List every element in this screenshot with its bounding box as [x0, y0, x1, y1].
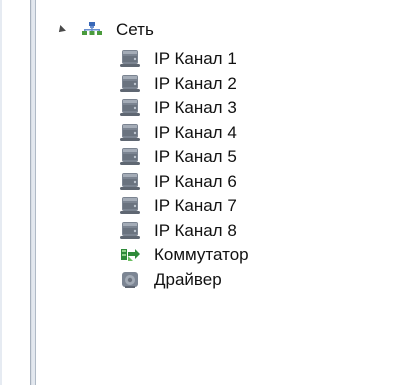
tree-item-label: IP Канал 2 [154, 73, 237, 93]
server-icon [118, 194, 142, 218]
tree-item-label: Драйвер [154, 269, 222, 289]
server-icon [118, 219, 142, 243]
tree-item-label: IP Канал 6 [154, 171, 237, 191]
server-icon [118, 145, 142, 169]
tree-item-label: IP Канал 3 [154, 98, 237, 118]
server-icon [118, 121, 142, 145]
tree-node-network[interactable]: Сеть [56, 18, 154, 42]
tree-item-switch[interactable]: Коммутатор [118, 243, 249, 268]
tree-item-ip-channel-1[interactable]: IP Канал 1 [118, 47, 249, 72]
server-icon [118, 170, 142, 194]
switch-icon [118, 243, 142, 267]
tree-node-label: Сеть [116, 20, 154, 39]
tree-item-label: IP Канал 1 [154, 49, 237, 69]
server-icon [118, 96, 142, 120]
server-icon [118, 47, 142, 71]
expand-arrow-icon[interactable] [56, 25, 66, 35]
tree-item-label: Коммутатор [154, 245, 249, 265]
tree-item-label: IP Канал 4 [154, 122, 237, 142]
tree-item-ip-channel-6[interactable]: IP Канал 6 [118, 170, 249, 195]
driver-icon [118, 268, 142, 292]
tree-item-ip-channel-2[interactable]: IP Канал 2 [118, 72, 249, 97]
tree-item-driver[interactable]: Драйвер [118, 268, 249, 293]
tree-view: Сеть IP Канал 1 IP Канал 2 IP Канал 3 IP… [0, 0, 394, 385]
tree-item-ip-channel-7[interactable]: IP Канал 7 [118, 194, 249, 219]
expanded-triangle-icon [56, 25, 66, 35]
tree-item-label: IP Канал 7 [154, 196, 237, 216]
tree-children: IP Канал 1 IP Канал 2 IP Канал 3 IP Кана… [118, 47, 249, 292]
tree-item-ip-channel-5[interactable]: IP Канал 5 [118, 145, 249, 170]
tree-item-label: IP Канал 5 [154, 147, 237, 167]
tree-item-ip-channel-8[interactable]: IP Канал 8 [118, 219, 249, 244]
server-icon [118, 72, 142, 96]
tree-item-ip-channel-3[interactable]: IP Канал 3 [118, 96, 249, 121]
tree-item-ip-channel-4[interactable]: IP Канал 4 [118, 121, 249, 146]
tree-item-label: IP Канал 8 [154, 220, 237, 240]
network-icon [80, 18, 104, 42]
